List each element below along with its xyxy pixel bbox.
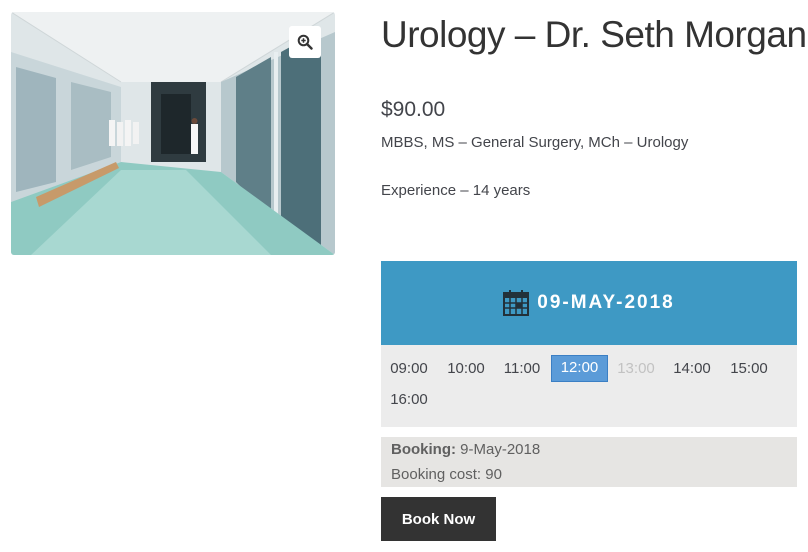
product-price: $90.00	[381, 98, 446, 121]
booking-calendar-header: 09-MAY-2018	[381, 261, 797, 345]
selected-date: 09-MAY-2018	[537, 292, 675, 313]
booking-date-value: 9-May-2018	[456, 441, 541, 458]
time-slot-1500[interactable]: 15:00	[725, 356, 773, 382]
time-slot-1000[interactable]: 10:00	[442, 356, 490, 382]
booking-cost-line: Booking cost: 90	[391, 466, 502, 483]
time-slot-1200-selected[interactable]: 12:00	[551, 355, 608, 382]
time-slot-1400[interactable]: 14:00	[669, 356, 715, 382]
zoom-in-icon	[297, 34, 313, 50]
product-image[interactable]	[11, 12, 335, 255]
time-slot-list: 09:00 10:00 11:00 12:00 13:00 14:00 15:0…	[381, 345, 797, 427]
time-slot-1100[interactable]: 11:00	[499, 356, 545, 382]
booking-cost-value: 90	[481, 466, 502, 483]
booking-summary: Booking: 9-May-2018 Booking cost: 90	[381, 437, 797, 487]
doctor-qualifications: MBBS, MS – General Surgery, MCh – Urolog…	[381, 134, 689, 151]
book-now-button[interactable]: Book Now	[381, 497, 496, 541]
hospital-corridor-photo	[11, 12, 335, 255]
booking-date-label: Booking:	[391, 441, 456, 458]
doctor-experience: Experience – 14 years	[381, 182, 531, 199]
zoom-button[interactable]	[289, 26, 321, 58]
time-slot-1600[interactable]: 16:00	[386, 387, 432, 413]
booking-date-line: Booking: 9-May-2018	[391, 441, 540, 458]
booking-cost-label: Booking cost:	[391, 466, 482, 483]
product-title: Urology – Dr. Seth Morgan	[381, 14, 807, 55]
time-slot-1300-disabled: 13:00	[617, 360, 655, 377]
time-slot-0900[interactable]: 09:00	[386, 356, 432, 382]
calendar-icon	[503, 290, 530, 316]
